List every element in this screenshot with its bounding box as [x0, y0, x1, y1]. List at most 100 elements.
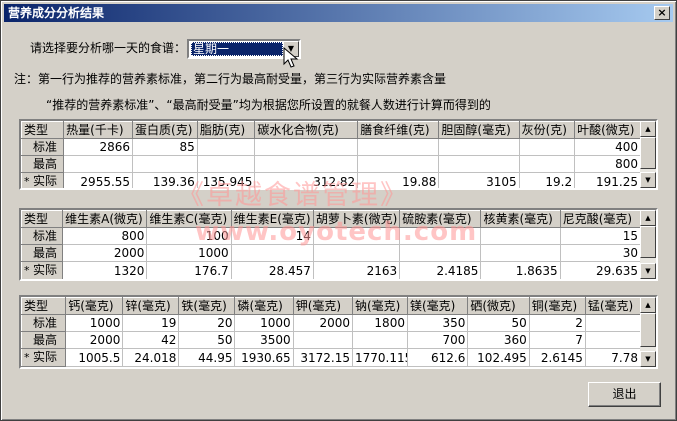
table-cell[interactable]	[584, 314, 642, 332]
arrow-up-icon[interactable]: ▲	[640, 297, 656, 313]
column-header[interactable]: 钙(毫克)	[65, 297, 124, 315]
column-header[interactable]: 脂肪(克)	[196, 121, 256, 139]
table-cell[interactable]: 30	[559, 244, 642, 262]
table-cell[interactable]	[518, 138, 576, 156]
table-cell[interactable]	[438, 155, 520, 173]
grid-1-scroll-thumb[interactable]	[640, 137, 656, 169]
table-cell[interactable]: 102.495	[467, 348, 530, 367]
column-header[interactable]: 维生素A(微克)	[62, 210, 148, 228]
table-row[interactable]: 标准 800 100 14 15	[21, 227, 642, 245]
column-header[interactable]: 类型	[21, 121, 65, 139]
table-cell[interactable]: 28.457	[230, 261, 314, 279]
table-cell[interactable]: 7.78	[584, 348, 642, 367]
table-cell[interactable]	[480, 244, 561, 262]
column-header[interactable]: 维生素C(毫克)	[146, 210, 232, 228]
column-header[interactable]: 类型	[21, 297, 67, 315]
table-cell[interactable]: 139.36	[132, 172, 198, 188]
day-select-value[interactable]: 星期一	[191, 42, 283, 56]
table-cell[interactable]	[584, 331, 642, 349]
table-cell[interactable]: 19	[122, 314, 180, 332]
table-cell[interactable]: 1320	[62, 261, 148, 279]
close-button[interactable]: ×	[654, 6, 670, 20]
exit-button[interactable]: 退出	[588, 382, 661, 407]
table-cell[interactable]: 2163	[312, 261, 401, 279]
grid-3-scrollbar[interactable]: ▲ ▼	[640, 297, 656, 367]
table-cell[interactable]: 800	[62, 227, 148, 245]
column-header[interactable]: 锰(毫克)	[584, 297, 642, 315]
table-cell[interactable]: 1.8635	[480, 261, 561, 279]
column-header[interactable]: 叶酸(微克)	[574, 121, 641, 139]
column-header[interactable]: 硫胺素(毫克)	[399, 210, 482, 228]
nutrient-grid-2[interactable]: 类型 维生素A(微克) 维生素C(毫克) 维生素E(毫克) 胡萝卜素(微克) 硫胺素(毫克…	[19, 208, 658, 281]
table-cell[interactable]: 2.6145	[528, 348, 586, 367]
arrow-down-icon[interactable]: ▼	[640, 263, 656, 279]
arrow-down-icon[interactable]: ▼	[640, 351, 656, 367]
table-cell[interactable]: 15	[559, 227, 642, 245]
table-cell[interactable]: 1000	[65, 314, 124, 332]
column-header[interactable]: 硒(微克)	[467, 297, 530, 315]
table-cell[interactable]: 191.25	[574, 172, 641, 188]
table-row[interactable]: 最高 2000 1000 30	[21, 244, 642, 262]
table-cell[interactable]: 3105	[438, 172, 520, 188]
table-cell[interactable]: 2000	[65, 331, 124, 349]
table-cell[interactable]: 1000	[146, 244, 232, 262]
table-cell[interactable]	[254, 155, 359, 173]
table-cell[interactable]	[399, 227, 482, 245]
table-cell[interactable]: 312.82	[254, 172, 359, 188]
column-header[interactable]: 维生素E(毫克)	[230, 210, 314, 228]
column-header[interactable]: 锌(毫克)	[122, 297, 180, 315]
table-cell[interactable]	[480, 227, 561, 245]
grid-3-scroll-thumb[interactable]	[640, 313, 656, 347]
table-cell[interactable]: 42	[122, 331, 180, 349]
table-cell[interactable]: 1000	[234, 314, 294, 332]
table-cell[interactable]: 360	[467, 331, 530, 349]
table-cell[interactable]: 2	[528, 314, 586, 332]
table-cell[interactable]	[254, 138, 359, 156]
table-row[interactable]: 最高 2000 42 50 3500 700 360 7	[21, 331, 642, 349]
grid-2-scroll-thumb[interactable]	[640, 226, 656, 258]
table-cell[interactable]: 2000	[292, 314, 353, 332]
table-cell[interactable]: 19.88	[357, 172, 440, 188]
table-cell[interactable]: 2000	[62, 244, 148, 262]
grid-1-scrollbar[interactable]: ▲ ▼	[640, 121, 656, 188]
table-cell[interactable]: 100	[146, 227, 232, 245]
column-header[interactable]: 胡萝卜素(微克)	[312, 210, 401, 228]
column-header[interactable]: 铜(毫克)	[528, 297, 586, 315]
table-cell[interactable]: 85	[132, 138, 198, 156]
column-header[interactable]: 磷(毫克)	[234, 297, 294, 315]
grid-2-scrollbar[interactable]: ▲ ▼	[640, 210, 656, 279]
table-cell[interactable]: 700	[406, 331, 469, 349]
table-cell[interactable]: 800	[574, 155, 641, 173]
table-cell[interactable]	[312, 227, 401, 245]
column-header[interactable]: 灰份(克)	[518, 121, 576, 139]
table-row[interactable]: * 实际 2955.55 139.36 135.945 312.82 19.88 3105 19…	[21, 172, 641, 188]
column-header[interactable]: 热量(千卡)	[63, 121, 134, 139]
column-header[interactable]: 镁(毫克)	[406, 297, 469, 315]
table-cell[interactable]: 24.018	[122, 348, 180, 367]
table-cell[interactable]: 2866	[63, 138, 134, 156]
table-row[interactable]: * 实际 1005.5 24.018 44.95 1930.65 3172.15 1770.1…	[21, 348, 642, 367]
table-cell[interactable]	[196, 155, 256, 173]
column-header[interactable]: 铁(毫克)	[178, 297, 236, 315]
table-cell[interactable]: 44.95	[178, 348, 236, 367]
table-cell[interactable]	[357, 138, 440, 156]
table-cell[interactable]	[518, 155, 576, 173]
column-header[interactable]: 类型	[21, 210, 64, 228]
table-row[interactable]: 标准 2866 85 400	[21, 138, 641, 156]
table-cell[interactable]	[351, 331, 408, 349]
table-cell[interactable]: 14	[230, 227, 314, 245]
arrow-up-icon[interactable]: ▲	[640, 210, 656, 226]
table-cell[interactable]	[196, 138, 256, 156]
table-cell[interactable]: 2955.55	[63, 172, 134, 188]
arrow-up-icon[interactable]: ▲	[640, 121, 656, 137]
table-row[interactable]: 标准 1000 19 20 1000 2000 1800 350 50 2	[21, 314, 642, 332]
table-cell[interactable]: 2.4185	[399, 261, 482, 279]
nutrient-grid-3[interactable]: 类型 钙(毫克) 锌(毫克) 铁(毫克) 磷(毫克) 钾(毫克) 钠(毫克) 镁(毫克) 硒(微…	[19, 295, 658, 369]
arrow-down-icon[interactable]: ▼	[640, 172, 656, 188]
column-header[interactable]: 核黄素(毫克)	[480, 210, 561, 228]
table-cell[interactable]	[292, 331, 353, 349]
table-cell[interactable]: 1930.65	[234, 348, 294, 367]
table-cell[interactable]	[230, 244, 314, 262]
table-cell[interactable]: 1005.5	[65, 348, 124, 367]
table-cell[interactable]: 20	[178, 314, 236, 332]
